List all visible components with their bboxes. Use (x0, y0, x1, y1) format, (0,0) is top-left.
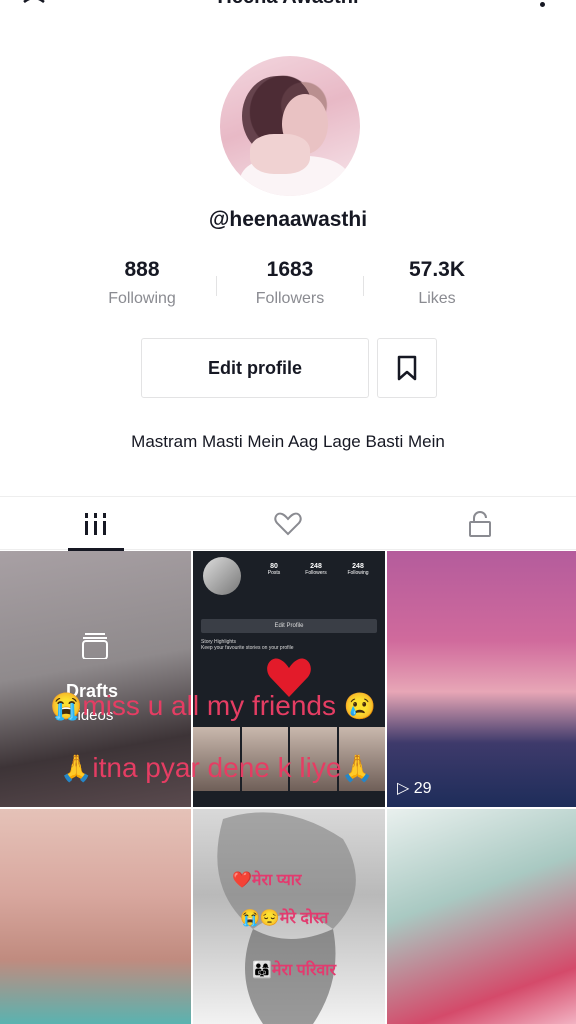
screenshot-header: 80 Posts 248 Followers 248 Following (193, 551, 385, 621)
username: @heenaawasthi (208, 208, 368, 231)
tab-private[interactable] (384, 497, 576, 551)
stat-divider (363, 276, 364, 296)
folded-hands-icon: 🙏 (60, 753, 93, 783)
folded-hands-icon: 🙏 (341, 753, 374, 783)
screenshot-avatar (203, 557, 241, 595)
screenshot-highlights-sub: Keep your favourite stories on your prof… (201, 645, 294, 651)
stat-divider (216, 276, 217, 296)
edit-profile-button[interactable]: Edit profile (141, 338, 369, 398)
hindi-line: 😭😔मेरे दोस्त (240, 906, 328, 928)
more-options-icon[interactable] (540, 2, 545, 7)
screenshot-stat-label: Following (347, 570, 369, 576)
tab-videos[interactable] (0, 497, 192, 551)
caption-text: miss u all my friends (82, 690, 336, 721)
screenshot-stat: 248 Following (343, 563, 373, 576)
screenshot-highlights: Story Highlights Keep your favourite sto… (201, 639, 377, 651)
bookmark-button[interactable] (377, 338, 437, 398)
screenshot-stat: 248 Followers (301, 563, 331, 576)
screenshot-stat-label: Followers (305, 570, 327, 576)
sad-emoji-icon: 😢 (343, 691, 377, 721)
hindi-line: ❤️मेरा प्यार (232, 868, 301, 890)
tab-liked[interactable] (192, 497, 384, 551)
play-count: ▷ 29 (397, 778, 432, 798)
hindi-text: मेरा प्यार (251, 872, 302, 889)
hindi-text: मेरे दोस्त (279, 910, 329, 927)
stat-label: Following (108, 290, 176, 307)
screenshot-stat-value: 248 (352, 563, 364, 570)
top-bar: Heena Awasthi (0, 0, 576, 14)
stat-following[interactable]: 888 Following (72, 258, 212, 308)
crying-emoji-icon: 😭😔 (240, 910, 280, 927)
avatar[interactable] (220, 56, 360, 196)
heart-emoji-icon: ❤️ (232, 872, 252, 889)
drafts-icon (82, 633, 108, 659)
caption-line-2: 🙏itna pyar dene k liye🙏 (60, 752, 374, 784)
caption-line-1: 😭miss u all my friends 😢 (50, 690, 376, 722)
video-tile[interactable] (387, 809, 576, 1024)
video-grid: Drafts videos 80 Posts 248 Followers 248 Fo… (0, 551, 576, 1024)
content-tabs (0, 496, 576, 550)
stat-likes[interactable]: 57.3K Likes (367, 258, 507, 308)
stat-value: 1683 (266, 258, 314, 281)
screenshot-stat-label: Posts (267, 570, 281, 576)
video-tile[interactable] (0, 809, 191, 1024)
caption-text: itna pyar dene k liye (92, 752, 342, 783)
screenshot-stat-value: 248 (310, 563, 322, 570)
bookmark-icon (397, 355, 417, 381)
heart-outline-icon (274, 512, 302, 536)
crying-emoji-icon: 😭 (50, 691, 83, 721)
screenshot-stat-value: 80 (270, 563, 278, 570)
page-title: Heena Awasthi (0, 0, 576, 9)
stat-value: 888 (124, 258, 160, 281)
hindi-line: 👨‍👩‍👧मेरा परिवार (252, 958, 336, 980)
screenshot-stat: 80 Posts (259, 563, 289, 576)
grid-icon (85, 513, 106, 535)
stat-label: Followers (255, 290, 325, 307)
stat-followers[interactable]: 1683 Followers (220, 258, 360, 308)
stat-label: Likes (418, 290, 456, 307)
screenshot-edit-button: Edit Profile (201, 619, 377, 633)
lock-icon (469, 511, 491, 537)
stat-value: 57.3K (408, 258, 466, 281)
family-emoji-icon: 👨‍👩‍👧 (252, 962, 272, 979)
avatar-hand (250, 134, 310, 174)
profile-bio: Mastram Masti Mein Aag Lage Basti Mein (131, 432, 445, 451)
video-tile[interactable] (387, 551, 576, 807)
hindi-text: मेरा परिवार (271, 962, 336, 979)
play-icon: ▷ (397, 780, 410, 797)
play-count-value: 29 (413, 780, 432, 797)
